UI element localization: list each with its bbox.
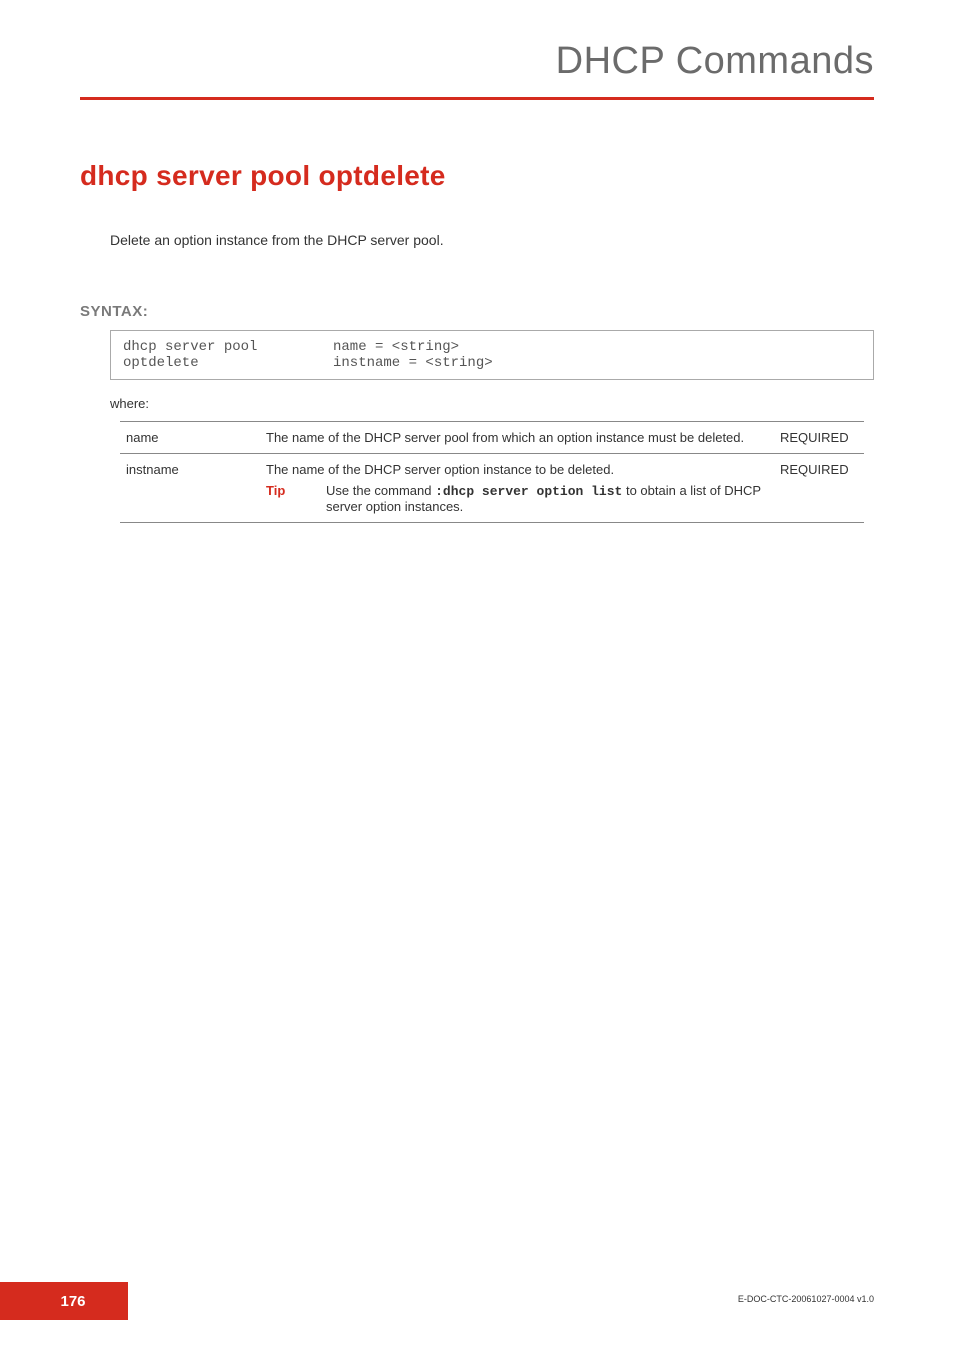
- syntax-box: dhcp server pool optdelete name = <strin…: [110, 330, 874, 380]
- parameter-table: name The name of the DHCP server pool fr…: [120, 421, 864, 523]
- param-name: name: [120, 422, 260, 454]
- param-desc-text: The name of the DHCP server option insta…: [266, 462, 614, 477]
- tip-pre: Use the command: [326, 483, 435, 498]
- syntax-label: SYNTAX:: [80, 303, 874, 320]
- page-container: DHCP Commands dhcp server pool optdelete…: [0, 0, 954, 1350]
- tip-label: Tip: [266, 483, 326, 498]
- chapter-title: DHCP Commands: [80, 40, 874, 97]
- tip-text: Use the command :dhcp server option list…: [326, 483, 768, 514]
- table-row: instname The name of the DHCP server opt…: [120, 454, 864, 523]
- param-requirement: REQUIRED: [774, 454, 864, 523]
- syntax-command: dhcp server pool optdelete: [123, 339, 333, 371]
- where-label: where:: [110, 396, 874, 411]
- page-number: 176: [18, 1282, 128, 1320]
- syntax-arguments: name = <string> instname = <string>: [333, 339, 493, 371]
- param-requirement: REQUIRED: [774, 422, 864, 454]
- command-description: Delete an option instance from the DHCP …: [110, 232, 874, 248]
- header-rule: [80, 97, 874, 100]
- tip-row: Tip Use the command :dhcp server option …: [266, 483, 768, 514]
- table-row: name The name of the DHCP server pool fr…: [120, 422, 864, 454]
- param-description: The name of the DHCP server option insta…: [260, 454, 774, 523]
- command-title: dhcp server pool optdelete: [80, 160, 874, 192]
- page-footer: 176 E-DOC-CTC-20061027-0004 v1.0: [0, 1282, 954, 1320]
- footer-accent-bar: [0, 1282, 18, 1320]
- param-name: instname: [120, 454, 260, 523]
- param-description: The name of the DHCP server pool from wh…: [260, 422, 774, 454]
- tip-code: :dhcp server option list: [435, 484, 622, 499]
- document-id: E-DOC-CTC-20061027-0004 v1.0: [738, 1294, 874, 1304]
